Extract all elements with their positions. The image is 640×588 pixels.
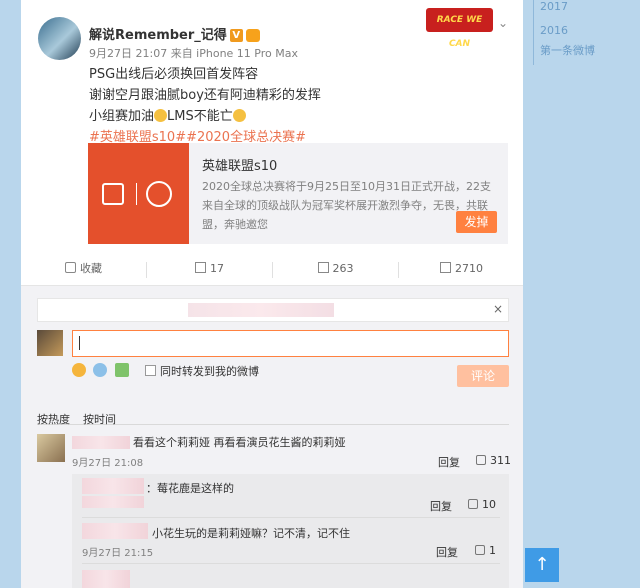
gif-icon[interactable]: [93, 363, 107, 377]
sub-comment-like-button[interactable]: 10: [468, 498, 496, 511]
thumb-up-icon: [440, 262, 451, 273]
share-thumbnail: [88, 143, 189, 244]
emoji-icon[interactable]: [72, 363, 86, 377]
post-line-part: LMS不能亡: [167, 109, 233, 124]
post-content: PSG出线后必须换回首发阵容 谢谢空月跟油腻boy还有阿迪精彩的发挥 小组赛加油…: [89, 64, 509, 148]
verified-badge-icon: V: [229, 29, 243, 42]
post-line: 小组赛加油 LMS不能亡: [89, 106, 509, 127]
chevron-down-icon[interactable]: ⌄: [498, 16, 508, 30]
comment-like-button[interactable]: 311: [476, 454, 511, 467]
sort-tabs: 按热度 按时间: [37, 399, 509, 427]
sub-comment-time: [82, 496, 144, 508]
reply-button[interactable]: 回复: [438, 454, 460, 470]
cry-emoji-icon: [232, 109, 246, 122]
comment-icon: [317, 262, 329, 273]
share-button[interactable]: 发掉: [456, 211, 497, 233]
notice-bar: ×: [37, 298, 509, 322]
thumb-up-icon: [475, 545, 485, 555]
sub-comment-like-count: 10: [482, 498, 496, 511]
sub-commenter-name[interactable]: [82, 570, 130, 588]
crown-icon: [245, 29, 260, 42]
post-line: PSG出线后必须换回首发阵容: [89, 67, 259, 82]
comment-count: 263: [332, 262, 354, 275]
divider: [82, 563, 500, 564]
thumb-up-icon: [468, 499, 478, 509]
post-meta: 9月27日 21:07 来自 iPhone 11 Pro Max: [89, 47, 298, 60]
image-icon[interactable]: [115, 363, 129, 377]
thumb-up-icon: [476, 455, 486, 465]
worlds-logo-icon: [102, 183, 124, 205]
forward-count: 17: [210, 262, 224, 275]
forward-icon: [195, 262, 206, 273]
sync-checkbox[interactable]: [145, 365, 156, 376]
timeline-year[interactable]: 2017: [540, 0, 568, 13]
reply-button[interactable]: 回复: [430, 498, 452, 514]
share-description: 2020全球总决赛将于9月25日至10月31日正式开战，22支来自全球的顶级战队…: [202, 180, 491, 231]
comment-section: × 同时转发到我的微博 评论 按热度 按时间 看看这个莉莉娅 再看看演员花生酱的…: [21, 286, 523, 588]
author-name-text[interactable]: 解说Remember_记得: [89, 28, 227, 43]
sub-commenter-name[interactable]: [82, 478, 144, 494]
share-card[interactable]: 英雄联盟s10 2020全球总决赛将于9月25日至10月31日正式开战，22支来…: [88, 143, 508, 244]
sub-comment-time: 9月27日 21:15: [82, 548, 154, 559]
action-bar: 收藏 17 263 2710: [21, 256, 523, 286]
timeline-rail: 2017 2016 第一条微博: [533, 0, 640, 588]
comment-button[interactable]: 263: [273, 256, 398, 286]
timeline-year[interactable]: 2016: [540, 24, 568, 37]
author-name[interactable]: 解说Remember_记得 V: [89, 24, 260, 43]
comment-text: 看看这个莉莉娅 再看看演员花生酱的莉莉娅: [133, 436, 346, 449]
sync-label: 同时转发到我的微博: [160, 365, 259, 378]
sub-comment-text: ：莓花鹿是这样的: [146, 482, 234, 495]
like-button[interactable]: 2710: [399, 256, 523, 286]
weibo-card: 解说Remember_记得 V 9月27日 21:07 来自 iPhone 11 …: [21, 0, 523, 588]
divider: [82, 517, 500, 518]
timeline-first-post[interactable]: 第一条微博: [540, 42, 595, 58]
sub-comment-text: 小花生玩的是莉莉娅嘛？记不清，记不住: [152, 527, 350, 540]
post-line: 谢谢空月跟油腻boy还有阿迪精彩的发挥: [89, 88, 321, 103]
favorite-label: 收藏: [80, 262, 102, 275]
commenter-avatar[interactable]: [37, 434, 65, 462]
sub-commenter-name[interactable]: [82, 523, 148, 539]
reply-button[interactable]: 回复: [436, 544, 458, 560]
sub-comments: ：莓花鹿是这样的 回复 10 小花生玩的是莉莉娅嘛？记不清，记不住 9月27日 …: [72, 474, 509, 588]
sub-comment-like-button[interactable]: 1: [475, 544, 496, 557]
sort-by-time[interactable]: 按时间: [83, 411, 116, 427]
strong-emoji-icon: [154, 109, 168, 122]
close-icon[interactable]: ×: [493, 302, 503, 316]
comment-input[interactable]: [72, 330, 509, 357]
like-count: 2710: [455, 262, 483, 275]
timeline-line: [533, 0, 534, 65]
logo-divider: [136, 183, 137, 205]
sub-comment-like-count: 1: [489, 544, 496, 557]
arrow-up-icon: ↑: [534, 554, 550, 575]
favorite-button[interactable]: 收藏: [21, 256, 146, 286]
my-avatar[interactable]: [37, 330, 63, 356]
comment-like-count: 311: [490, 454, 511, 467]
sort-by-hot[interactable]: 按热度: [37, 411, 70, 427]
notice-content: [188, 303, 334, 317]
team-logo: RACE WE CAN: [426, 8, 493, 49]
post-line-part: 小组赛加油: [89, 109, 155, 124]
star-icon: [65, 262, 76, 273]
author-avatar[interactable]: [38, 17, 81, 60]
mercedes-logo-icon: [146, 181, 172, 207]
commenter-name[interactable]: [72, 436, 130, 449]
share-title[interactable]: 英雄联盟s10: [202, 155, 277, 174]
text-caret: [79, 336, 80, 350]
submit-comment-button[interactable]: 评论: [457, 365, 509, 387]
back-to-top-button[interactable]: ↑: [525, 548, 559, 582]
forward-button[interactable]: 17: [147, 256, 272, 286]
comment-time: 9月27日 21:08: [72, 458, 144, 469]
